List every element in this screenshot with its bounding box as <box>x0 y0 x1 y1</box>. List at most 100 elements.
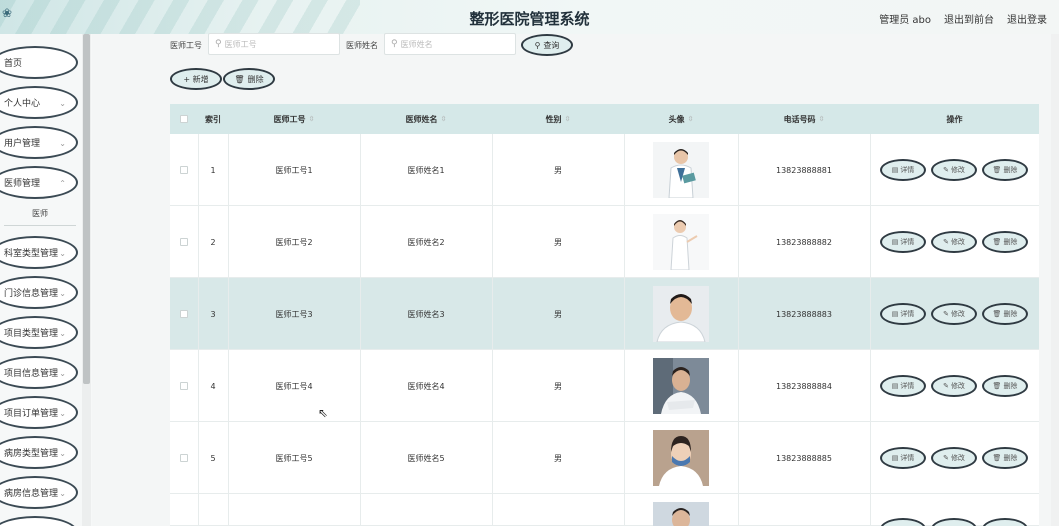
sort-icon[interactable]: ⇳ <box>441 115 447 123</box>
sidebar-item-ward-type[interactable]: 病房类型管理 ⌄ <box>0 436 78 469</box>
sort-icon[interactable]: ⇳ <box>309 115 315 123</box>
doctor-id-placeholder: 医师工号 <box>224 39 257 49</box>
trash-icon: 🗑 <box>992 238 1002 246</box>
table-row[interactable]: 3 医师工号3 医师姓名3 男 13823888883 ▤ 详情 ✎ 修改 🗑 删除 <box>170 278 1039 350</box>
add-button[interactable]: + 新增 <box>170 68 222 90</box>
edit-icon: ✎ <box>943 454 949 462</box>
col-phone[interactable]: 电话号码 ⇳ <box>738 104 870 134</box>
sort-icon[interactable]: ⇳ <box>688 115 694 123</box>
table-row[interactable]: 4 医师工号4 医师姓名4 男 13823888884 ▤ 详情 ✎ 修改 🗑 删除 <box>170 350 1039 422</box>
cell-doctor-name: 医师姓名1 <box>407 165 445 175</box>
sort-icon[interactable]: ⇳ <box>819 115 825 123</box>
sidebar-item-home[interactable]: 首页 <box>0 46 78 79</box>
chevron-down-icon: ⌄ <box>59 489 66 498</box>
col-doctor-id[interactable]: 医师工号 ⇳ <box>228 104 360 134</box>
edit-button[interactable]: ✎ 修改 <box>931 447 977 469</box>
avatar <box>653 214 709 270</box>
delete-button[interactable]: 🗑 删除 <box>982 303 1028 325</box>
sidebar-item-personal-center[interactable]: 个人中心 ⌄ <box>0 86 78 119</box>
sidebar-subitem-doctor[interactable]: 医师 <box>0 208 80 219</box>
row-checkbox[interactable] <box>180 382 188 390</box>
sidebar-item-clinic-info[interactable]: 门诊信息管理 ⌄ <box>0 276 78 309</box>
main-scrollbar-track[interactable] <box>1051 34 1059 526</box>
row-checkbox-cell[interactable] <box>170 206 198 278</box>
row-checkbox-cell[interactable] <box>170 350 198 422</box>
row-checkbox[interactable] <box>180 166 188 174</box>
avatar <box>653 502 709 526</box>
doctor-name-input[interactable]: ⚲ 医师姓名 <box>384 33 516 55</box>
row-checkbox-cell[interactable] <box>170 134 198 206</box>
chevron-down-icon: ⌄ <box>59 289 66 298</box>
delete-button[interactable]: 🗑 删除 <box>982 159 1028 181</box>
query-button[interactable]: ⚲ 查询 <box>521 34 573 56</box>
divider <box>738 134 739 526</box>
detail-icon: ▤ <box>891 454 899 462</box>
edit-button[interactable]: ✎ 修改 <box>931 375 977 397</box>
table-header: 索引 医师工号 ⇳ 医师姓名 ⇳ 性别 ⇳ 头像 ⇳ 电话号码 ⇳ 操作 <box>170 104 1039 134</box>
row-checkbox-cell[interactable] <box>170 278 198 350</box>
edit-button[interactable]: ✎ 修改 <box>931 231 977 253</box>
detail-button[interactable]: ▤ 详情 <box>880 159 926 181</box>
sidebar-item-project-order[interactable]: 项目订单管理 ⌄ <box>0 396 78 429</box>
trash-icon: 🗑 <box>992 382 1002 390</box>
logout-link[interactable]: 退出登录 <box>1007 11 1047 26</box>
row-checkbox[interactable] <box>180 238 188 246</box>
col-doctor-name[interactable]: 医师姓名 ⇳ <box>360 104 492 134</box>
cell-doctor-id: 医师工号3 <box>275 309 313 319</box>
trash-icon: 🗑 <box>992 166 1002 174</box>
sidebar-scrollbar-thumb[interactable] <box>83 34 90 384</box>
col-avatar[interactable]: 头像 ⇳ <box>624 104 738 134</box>
detail-icon: ▤ <box>891 238 899 246</box>
trash-icon: 🗑 <box>234 74 245 84</box>
delete-button[interactable]: 🗑 删除 <box>982 231 1028 253</box>
sidebar-item-user-management[interactable]: 用户管理 ⌄ <box>0 126 78 159</box>
sidebar-item-label: 首页 <box>4 59 23 69</box>
sidebar-item-label: 病房类型管理 <box>4 449 59 459</box>
select-all-checkbox[interactable] <box>180 115 188 123</box>
sidebar-item-more[interactable] <box>0 516 78 526</box>
detail-label: 详情 <box>900 454 915 462</box>
detail-button[interactable]: ▤ 详情 <box>880 447 926 469</box>
table-row[interactable]: 2 医师工号2 医师姓名2 男 13823888882 ▤ 详情 ✎ 修改 🗑 删除 <box>170 206 1039 278</box>
batch-delete-button[interactable]: 🗑 删除 <box>223 68 275 90</box>
trash-icon: 🗑 <box>992 454 1002 462</box>
detail-label: 详情 <box>900 310 915 318</box>
cell-gender: 男 <box>554 165 562 175</box>
sidebar-item-project-type[interactable]: 项目类型管理 ⌄ <box>0 316 78 349</box>
chevron-down-icon: ⌄ <box>59 409 66 418</box>
sidebar-item-project-info[interactable]: 项目信息管理 ⌄ <box>0 356 78 389</box>
cell-doctor-name: 医师姓名2 <box>407 237 445 247</box>
col-gender[interactable]: 性别 ⇳ <box>492 104 624 134</box>
doctor-id-input[interactable]: ⚲ 医师工号 <box>208 33 340 55</box>
table-row[interactable]: 1 医师工号1 医师姓名1 男 13823888881 ▤ 详情 ✎ 修改 🗑 删除 <box>170 134 1039 206</box>
divider <box>360 134 361 526</box>
row-checkbox[interactable] <box>180 454 188 462</box>
detail-button[interactable]: ▤ 详情 <box>880 303 926 325</box>
table-row[interactable]: 5 医师工号5 医师姓名5 男 13823888885 ▤ 详情 ✎ 修改 🗑 删除 <box>170 422 1039 494</box>
detail-button[interactable]: ▤ 详情 <box>880 375 926 397</box>
cell-doctor-name: 医师姓名4 <box>407 381 445 391</box>
select-all-checkbox-cell[interactable] <box>170 104 198 134</box>
delete-button[interactable]: 🗑 删除 <box>982 447 1028 469</box>
sort-icon[interactable]: ⇳ <box>565 115 571 123</box>
detail-button[interactable] <box>880 518 926 526</box>
exit-to-front-link[interactable]: 退出到前台 <box>944 11 994 26</box>
edit-label: 修改 <box>950 454 965 462</box>
edit-button[interactable]: ✎ 修改 <box>931 159 977 181</box>
edit-button[interactable]: ✎ 修改 <box>931 303 977 325</box>
detail-button[interactable]: ▤ 详情 <box>880 231 926 253</box>
table-row[interactable] <box>170 494 1039 526</box>
delete-button[interactable]: 🗑 删除 <box>982 375 1028 397</box>
row-checkbox[interactable] <box>180 310 188 318</box>
delete-button[interactable] <box>982 518 1028 526</box>
cell-phone: 13823888882 <box>776 237 832 247</box>
col-label: 电话号码 <box>783 114 816 124</box>
col-label: 医师姓名 <box>405 114 438 124</box>
row-checkbox-cell[interactable] <box>170 422 198 494</box>
chevron-down-icon: ⌄ <box>59 369 66 378</box>
edit-button[interactable] <box>931 518 977 526</box>
sidebar-item-ward-info[interactable]: 病房信息管理 ⌄ <box>0 476 78 509</box>
sidebar-item-department-type[interactable]: 科室类型管理 ⌄ <box>0 236 78 269</box>
sidebar-item-doctor-management[interactable]: 医师管理 ⌃ <box>0 166 78 199</box>
cell-index: 4 <box>210 381 216 391</box>
